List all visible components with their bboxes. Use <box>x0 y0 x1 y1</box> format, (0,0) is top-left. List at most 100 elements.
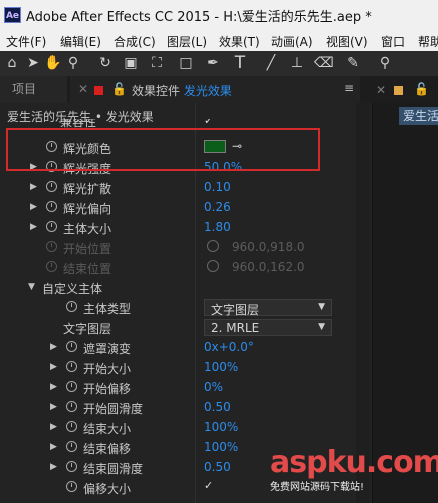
lock-icon[interactable]: 🔓 <box>414 82 429 96</box>
puppet-pin-tool-icon[interactable]: ⚲ <box>376 54 394 72</box>
rectangle-tool-icon[interactable]: □ <box>177 54 195 72</box>
stopwatch-icon[interactable] <box>66 401 77 412</box>
expand-arrow-icon[interactable]: ▶ <box>50 442 57 452</box>
menu-animation[interactable]: 动画(A) <box>271 33 313 50</box>
stopwatch-icon[interactable] <box>66 381 77 392</box>
watermark: aspku.com 免费网站源码下载站! <box>270 445 438 493</box>
stopwatch-icon[interactable] <box>46 181 57 192</box>
position-target-icon <box>207 260 219 272</box>
glow-bias-value[interactable]: 0.26 <box>204 200 231 214</box>
expand-arrow-icon[interactable]: ▶ <box>50 402 57 412</box>
position-target-icon <box>207 240 219 252</box>
pan-behind-tool-icon[interactable]: ⛶ <box>148 54 166 72</box>
chevron-down-icon: ▼ <box>318 322 325 332</box>
tools-toolbar: ⌂ ➤ ✋ ⚲ ↻ ▣ ⛶ □ ✒ T ╱ ⊥ ⌫ ✎ ⚲ <box>0 51 438 77</box>
panel-scrollbar[interactable] <box>356 103 370 503</box>
property-row-mask-evolution: ▶ 遮罩演变 0x+0.0° <box>50 340 254 356</box>
tab-effect-controls[interactable]: ✕ 🔓 效果控件 发光效果 ≡ <box>70 76 360 103</box>
property-group-custom-source[interactable]: ▼ 自定义主体 <box>0 279 372 299</box>
menu-composition[interactable]: 合成(C) <box>114 33 156 50</box>
source-type-dropdown[interactable]: 文字图层 ▼ <box>204 299 332 317</box>
selection-tool-icon[interactable]: ➤ <box>24 54 42 72</box>
mask-evolution-value[interactable]: 0x+0.0° <box>204 340 254 354</box>
menu-edit[interactable]: 编辑(E) <box>60 33 101 50</box>
property-row-end-size: ▶ 结束大小 100% <box>50 420 239 436</box>
stopwatch-icon[interactable] <box>66 301 77 312</box>
tab-composition[interactable]: ✕ 🔓 <box>372 76 438 103</box>
glow-spread-value[interactable]: 0.10 <box>204 180 231 194</box>
menu-help[interactable]: 帮助 <box>418 33 438 50</box>
chevron-down-icon: ▼ <box>318 302 325 312</box>
start-size-value[interactable]: 100% <box>204 360 238 374</box>
watermark-logo: aspku.com <box>270 445 438 480</box>
stopwatch-icon[interactable] <box>66 361 77 372</box>
stopwatch-icon[interactable] <box>66 421 77 432</box>
tab-effect-controls-label: 效果控件 发光效果 <box>132 84 232 98</box>
expand-arrow-icon[interactable]: ▶ <box>50 382 57 392</box>
property-row-start-offset: ▶ 开始偏移 0% <box>50 380 224 396</box>
menu-layer[interactable]: 图层(L) <box>167 33 207 50</box>
stopwatch-icon[interactable] <box>66 461 77 472</box>
stopwatch-icon[interactable] <box>46 221 57 232</box>
clone-stamp-tool-icon[interactable]: ⊥ <box>288 54 306 72</box>
composition-color-icon <box>394 86 403 95</box>
rotate-tool-icon[interactable]: ↻ <box>96 54 114 72</box>
expand-arrow-icon[interactable]: ▶ <box>30 182 37 192</box>
expand-arrow-icon[interactable]: ▶ <box>30 222 37 232</box>
eraser-tool-icon[interactable]: ⌫ <box>314 54 334 72</box>
stopwatch-icon[interactable] <box>66 341 77 352</box>
window-title: Adobe After Effects CC 2015 - H:\爱生活的乐先生… <box>26 10 372 25</box>
text-layer-dropdown[interactable]: 2. MRLE ▼ <box>204 319 332 336</box>
menu-file[interactable]: 文件(F) <box>6 33 46 50</box>
offset-size-checkbox[interactable]: ✓ <box>204 480 216 492</box>
stopwatch-icon[interactable] <box>66 441 77 452</box>
tab-project[interactable]: 项目 <box>0 76 67 103</box>
property-row-start-position: 开始位置 960.0,918.0 <box>0 239 372 259</box>
start-offset-value[interactable]: 0% <box>204 380 223 394</box>
expand-arrow-icon[interactable]: ▶ <box>30 202 37 212</box>
close-icon[interactable]: ✕ <box>376 83 386 97</box>
pen-tool-icon[interactable]: ✒ <box>204 54 222 72</box>
compatibility-checkbox[interactable]: ✓ <box>204 119 216 127</box>
highlight-box <box>6 128 320 171</box>
collapse-arrow-icon[interactable]: ▼ <box>28 282 35 292</box>
text-tool-icon[interactable]: T <box>231 54 249 72</box>
menu-view[interactable]: 视图(V) <box>326 33 368 50</box>
stopwatch-icon <box>46 241 57 252</box>
hand-tool-icon[interactable]: ✋ <box>44 54 62 72</box>
brush-tool-icon[interactable]: ╱ <box>262 54 280 72</box>
start-position-value: 960.0,918.0 <box>232 240 305 254</box>
menu-window[interactable]: 窗口 <box>381 33 405 50</box>
end-position-value: 960.0,162.0 <box>232 260 305 274</box>
start-roundness-value[interactable]: 0.50 <box>204 400 231 414</box>
menu-effect[interactable]: 效果(T) <box>219 33 260 50</box>
stopwatch-icon[interactable] <box>66 481 77 492</box>
expand-arrow-icon[interactable]: ▶ <box>50 342 57 352</box>
end-offset-value[interactable]: 100% <box>204 440 238 454</box>
panel-menu-icon[interactable]: ≡ <box>344 81 354 95</box>
source-size-value[interactable]: 1.80 <box>204 220 231 234</box>
stopwatch-icon <box>46 261 57 272</box>
roto-brush-tool-icon[interactable]: ✎ <box>344 54 362 72</box>
lock-icon[interactable]: 🔓 <box>112 82 127 96</box>
camera-tool-icon[interactable]: ▣ <box>122 54 140 72</box>
property-row-source-size: ▶ 主体大小 1.80 <box>30 220 231 236</box>
expand-arrow-icon[interactable]: ▶ <box>50 462 57 472</box>
panel-tab-row: 项目 ✕ 🔓 效果控件 发光效果 ≡ ✕ 🔓 <box>0 76 438 103</box>
stopwatch-icon[interactable] <box>46 201 57 212</box>
title-bar: Ae Adobe After Effects CC 2015 - H:\爱生活的… <box>0 0 438 30</box>
home-icon[interactable]: ⌂ <box>3 54 21 72</box>
property-row-glow-bias: ▶ 辉光偏向 0.26 <box>30 200 231 216</box>
end-roundness-value[interactable]: 0.50 <box>204 460 231 474</box>
property-row-text-layer: 文字图层 2. MRLE ▼ <box>0 319 372 339</box>
end-size-value[interactable]: 100% <box>204 420 238 434</box>
property-row-source-type: 主体类型 文字图层 ▼ <box>0 299 372 319</box>
layer-color-icon <box>94 86 103 95</box>
expand-arrow-icon[interactable]: ▶ <box>50 422 57 432</box>
close-icon[interactable]: ✕ <box>78 82 88 96</box>
property-row-start-roundness: ▶ 开始圆滑度 0.50 <box>50 400 231 416</box>
composition-name-button[interactable]: 爱生活 <box>399 107 438 125</box>
expand-arrow-icon[interactable]: ▶ <box>50 362 57 372</box>
property-row-glow-spread: ▶ 辉光扩散 0.10 <box>30 180 231 196</box>
zoom-tool-icon[interactable]: ⚲ <box>64 54 82 72</box>
